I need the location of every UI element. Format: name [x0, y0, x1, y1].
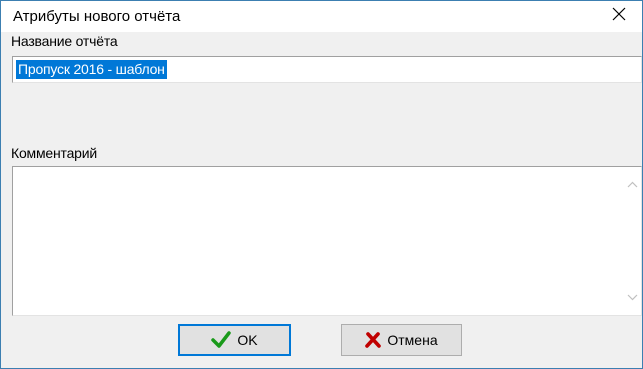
comment-label: Комментарий: [11, 145, 97, 161]
check-icon: [211, 331, 232, 349]
close-icon: [612, 7, 626, 26]
cross-icon: [365, 332, 382, 348]
cancel-button-label: Отмена: [387, 332, 438, 348]
dialog-body: Название отчёта Пропуск 2016 - шаблон Ко…: [1, 32, 642, 368]
comment-textarea[interactable]: [12, 166, 642, 316]
title-bar[interactable]: Атрибуты нового отчёта: [1, 1, 642, 32]
ok-button-label: OK: [237, 332, 258, 348]
ok-button[interactable]: OK: [178, 324, 291, 356]
report-name-input[interactable]: Пропуск 2016 - шаблон: [12, 56, 642, 83]
window-title: Атрибуты нового отчёта: [13, 8, 181, 25]
report-name-value: Пропуск 2016 - шаблон: [16, 60, 167, 79]
close-button[interactable]: [596, 1, 642, 32]
cancel-button[interactable]: Отмена: [341, 324, 462, 356]
report-name-label: Название отчёта: [11, 33, 118, 49]
dialog-window: Атрибуты нового отчёта Название отчёта П…: [0, 0, 643, 369]
scroll-down-arrow-icon[interactable]: [627, 292, 638, 303]
scroll-up-arrow-icon[interactable]: [627, 179, 638, 190]
comment-scrollbar[interactable]: [624, 167, 641, 315]
